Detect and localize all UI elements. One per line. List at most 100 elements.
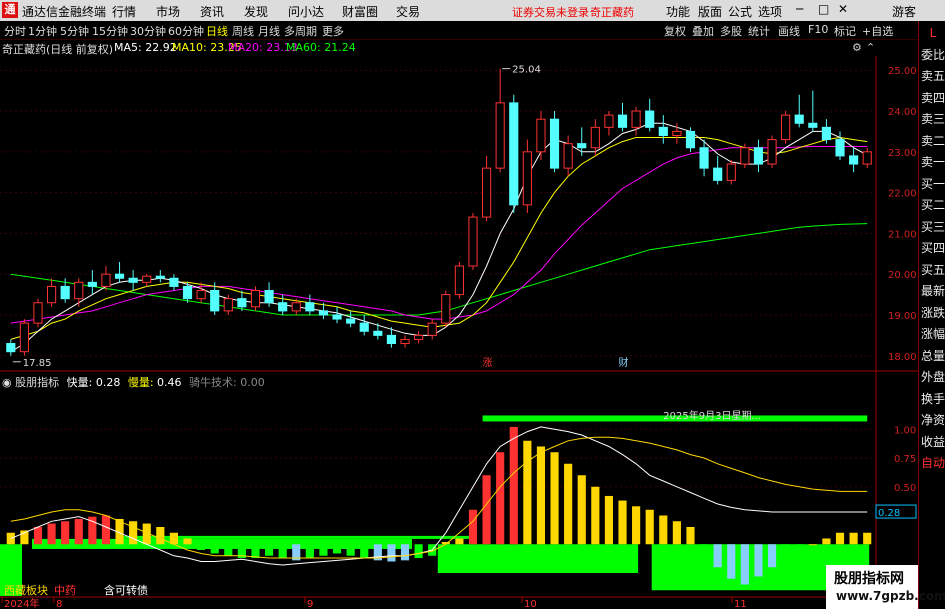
candle <box>210 290 220 312</box>
price-axis-label: 23.00 <box>888 148 917 159</box>
price-axis-label: 20.00 <box>888 270 917 281</box>
fast-label: 快量: <box>66 376 93 389</box>
indicator-bar <box>700 544 709 556</box>
indicator-settings-icon[interactable]: ◉ <box>2 376 12 389</box>
indicator-bar <box>455 538 464 545</box>
candle <box>781 114 791 141</box>
candle <box>726 163 736 181</box>
candle <box>672 130 682 136</box>
side-item-1[interactable]: 委比 <box>920 45 945 65</box>
candle <box>658 126 668 136</box>
indicator-bar <box>169 532 178 545</box>
indicator-axis-label: 0.50 <box>894 483 916 494</box>
indicator-axis-label: 0.75 <box>894 454 916 465</box>
candle <box>468 216 478 267</box>
tag-zhongyao[interactable]: 中药 <box>54 582 76 598</box>
indicator-bar <box>672 521 681 545</box>
candle <box>223 298 233 312</box>
candle <box>182 285 193 300</box>
candle <box>753 147 764 165</box>
side-item-19[interactable]: 收益 <box>920 432 945 452</box>
candle <box>47 285 57 304</box>
candle <box>318 310 329 316</box>
side-item-6[interactable]: 卖一 <box>920 152 945 172</box>
indicator-bar <box>183 538 192 545</box>
price-axis-label: 18.00 <box>888 352 917 363</box>
indicator-bar <box>727 544 736 579</box>
price-axis-label: 25.00 <box>888 66 917 77</box>
side-item-0[interactable]: L <box>920 23 945 43</box>
indicator-bar <box>224 544 233 556</box>
indicator-bar <box>156 527 165 545</box>
candle <box>142 275 152 283</box>
candle <box>359 322 369 332</box>
candle <box>101 273 111 287</box>
side-item-3[interactable]: 卖四 <box>920 88 945 108</box>
indicator-bar <box>767 544 777 568</box>
candle <box>346 318 356 324</box>
indicator-bar <box>61 521 70 545</box>
date-label: 10 <box>524 599 537 609</box>
candle <box>604 114 614 128</box>
candle <box>590 126 600 149</box>
tag-convertible[interactable]: 含可转债 <box>104 582 148 598</box>
candle <box>740 147 750 165</box>
side-item-2[interactable]: 卖五 <box>920 66 945 86</box>
side-item-10[interactable]: 买四 <box>920 238 945 258</box>
zhang-marker: 涨 <box>483 357 493 369</box>
candle <box>373 330 383 336</box>
indicator-name[interactable]: 股朋指标 <box>15 376 59 389</box>
candle <box>617 114 628 128</box>
indicator-bar <box>591 486 600 545</box>
side-item-20[interactable]: 自动 <box>920 453 945 473</box>
indicator-bar <box>781 544 790 556</box>
date-label: 8 <box>56 599 62 609</box>
indicator-bar <box>360 544 369 559</box>
slow-label: 慢量: <box>127 376 154 389</box>
quote-side-panel: L 委比 卖五 卖四 卖三 卖二 卖一 买一 买二 买三 买四 买五 最新 涨跌 涨幅 总量 外盘 换手 净资 收益自… <box>918 21 945 609</box>
indicator-bar <box>319 544 328 556</box>
candle <box>6 343 16 353</box>
side-item-8[interactable]: 买二 <box>920 195 945 215</box>
side-item-13[interactable]: 涨跌 <box>920 303 945 323</box>
indicator-bar <box>645 509 654 545</box>
side-item-18[interactable]: 净资 <box>920 410 945 430</box>
price-axis-label: 21.00 <box>888 229 917 240</box>
indicator-bar <box>754 544 763 577</box>
indicator-bar <box>265 544 274 556</box>
candle <box>549 118 560 169</box>
indicator-bar <box>251 544 260 559</box>
side-item-14[interactable]: 涨幅 <box>920 324 945 344</box>
candle <box>386 334 396 345</box>
candle <box>332 314 342 320</box>
side-item-16[interactable]: 外盘 <box>920 367 945 387</box>
side-item-4[interactable]: 卖三 <box>920 109 945 129</box>
ma10-line <box>10 136 868 340</box>
side-item-11[interactable]: 买五 <box>920 260 945 280</box>
candle <box>291 302 301 312</box>
candle <box>522 151 532 206</box>
side-item-5[interactable]: 卖二 <box>920 131 945 151</box>
candle <box>196 290 206 300</box>
candle <box>441 294 451 324</box>
indicator-bar <box>795 544 804 550</box>
side-item-12[interactable]: 最新 <box>920 281 945 301</box>
indicator-bar <box>509 426 518 545</box>
side-item-17[interactable]: 换手 <box>920 389 945 409</box>
candle <box>278 302 288 312</box>
side-item-7[interactable]: 买一 <box>920 174 945 194</box>
indicator-bar <box>278 544 287 559</box>
kline-chart[interactable]: 25.00 24.00 23.00 22.00 21.00 20.00 19.00 18.00… <box>0 0 918 609</box>
candle <box>509 102 519 206</box>
candle <box>87 281 97 287</box>
date-label: 11 <box>734 599 747 609</box>
indicator-bar <box>632 506 641 545</box>
high-label: 25.04 <box>512 65 541 76</box>
candle <box>713 167 723 181</box>
tag-xizang[interactable]: 西藏板块 <box>4 582 48 598</box>
watermark: 股朋指标网 www.7gpzb.com <box>826 565 945 609</box>
candle <box>114 273 125 279</box>
side-item-9[interactable]: 买三 <box>920 217 945 237</box>
side-item-15[interactable]: 总量 <box>920 346 945 366</box>
candle <box>685 130 696 149</box>
